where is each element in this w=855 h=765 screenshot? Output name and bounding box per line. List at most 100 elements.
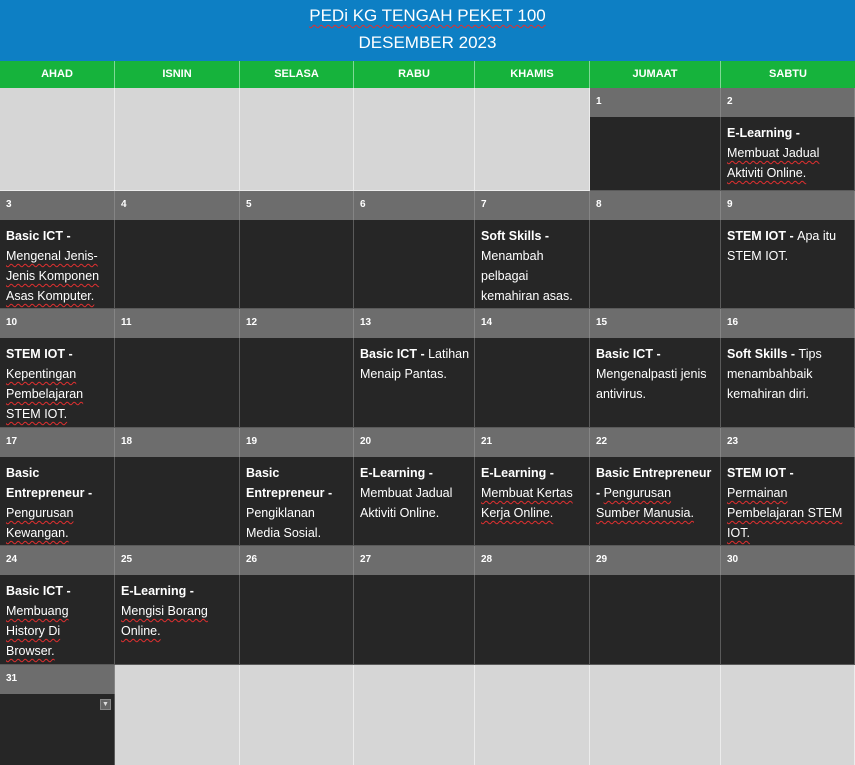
day-cell-17[interactable]: Basic Entrepreneur - Pengurusan Kewangan… <box>0 457 115 546</box>
day-cell-22[interactable]: Basic Entrepreneur - Pengurusan Sumber M… <box>590 457 721 546</box>
day-cell-25[interactable]: E-Learning - Mengisi Borang Online. <box>115 575 240 665</box>
day-cell-empty <box>240 117 354 191</box>
calendar-event[interactable]: Basic Entrepreneur - Pengurusan Sumber M… <box>596 463 716 523</box>
day-band-23[interactable]: 23 <box>721 428 855 457</box>
day-band-16[interactable]: 16 <box>721 309 855 338</box>
day-cell-21[interactable]: E-Learning - Membuat Kertas Kerja Online… <box>475 457 590 546</box>
calendar-event[interactable]: Basic ICT - Latihan Menaip Pantas. <box>360 344 470 384</box>
day-cell-26[interactable] <box>240 575 354 665</box>
event-category: Basic Entrepreneur <box>596 466 712 480</box>
day-band-22[interactable]: 22 <box>590 428 721 457</box>
day-cell-5[interactable] <box>240 220 354 309</box>
day-band-7[interactable]: 7 <box>475 191 590 220</box>
day-number: 31 <box>6 673 18 684</box>
day-band-30[interactable]: 30 <box>721 546 855 575</box>
day-cell-1[interactable] <box>590 117 721 191</box>
day-number: 20 <box>360 436 372 447</box>
day-cell-13[interactable]: Basic ICT - Latihan Menaip Pantas. <box>354 338 475 428</box>
calendar-event[interactable]: E-Learning - Mengisi Borang Online. <box>121 581 235 641</box>
event-category: STEM IOT <box>727 229 787 243</box>
day-cell-20[interactable]: E-Learning - Membuat Jadual Aktiviti Onl… <box>354 457 475 546</box>
calendar-event[interactable]: Basic ICT - Mengenalpasti jenis antiviru… <box>596 344 716 404</box>
day-cell-19[interactable]: Basic Entrepreneur - Pengiklanan Media S… <box>240 457 354 546</box>
day-band-21[interactable]: 21 <box>475 428 590 457</box>
day-cell-11[interactable] <box>115 338 240 428</box>
day-cell-15[interactable]: Basic ICT - Mengenalpasti jenis antiviru… <box>590 338 721 428</box>
day-number: 21 <box>481 436 493 447</box>
day-cell-29[interactable] <box>590 575 721 665</box>
day-cell-3[interactable]: Basic ICT - Mengenal Jenis-Jenis Kompone… <box>0 220 115 309</box>
day-number: 8 <box>596 199 602 210</box>
day-number: 6 <box>360 199 366 210</box>
calendar-event[interactable]: Basic ICT - Mengenal Jenis-Jenis Kompone… <box>6 226 110 306</box>
event-description: Membuat Jadual Aktiviti Online. <box>727 146 820 180</box>
day-band-4[interactable]: 4 <box>115 191 240 220</box>
day-band-13[interactable]: 13 <box>354 309 475 338</box>
calendar-event[interactable]: Soft Skills - Menambah pelbagai kemahira… <box>481 226 585 306</box>
day-cell-9[interactable]: STEM IOT - Apa itu STEM IOT. <box>721 220 855 309</box>
day-band-28[interactable]: 28 <box>475 546 590 575</box>
day-band-1[interactable]: 1 <box>590 88 721 117</box>
day-cell-empty <box>115 694 240 765</box>
calendar-event[interactable]: STEM IOT - Kepentingan Pembelajaran STEM… <box>6 344 110 424</box>
day-band-19[interactable]: 19 <box>240 428 354 457</box>
day-cell-27[interactable] <box>354 575 475 665</box>
day-cell-28[interactable] <box>475 575 590 665</box>
day-band-3[interactable]: 3 <box>0 191 115 220</box>
day-band-6[interactable]: 6 <box>354 191 475 220</box>
day-cell-4[interactable] <box>115 220 240 309</box>
day-band-11[interactable]: 11 <box>115 309 240 338</box>
day-cell-8[interactable] <box>590 220 721 309</box>
event-description: Pengurusan Kewangan. <box>6 506 74 540</box>
calendar-event[interactable]: STEM IOT - Permainan Pembelajaran STEM I… <box>727 463 850 543</box>
chevron-down-icon[interactable]: ▼ <box>100 699 111 710</box>
calendar-event[interactable]: Basic Entrepreneur - Pengiklanan Media S… <box>246 463 349 543</box>
calendar-event[interactable]: E-Learning - Membuat Kertas Kerja Online… <box>481 463 585 523</box>
day-band-14[interactable]: 14 <box>475 309 590 338</box>
day-cell-12[interactable] <box>240 338 354 428</box>
calendar-event[interactable]: Basic Entrepreneur - Pengurusan Kewangan… <box>6 463 110 543</box>
day-band-9[interactable]: 9 <box>721 191 855 220</box>
day-cell-18[interactable] <box>115 457 240 546</box>
day-cell-23[interactable]: STEM IOT - Permainan Pembelajaran STEM I… <box>721 457 855 546</box>
day-cell-10[interactable]: STEM IOT - Kepentingan Pembelajaran STEM… <box>0 338 115 428</box>
event-description: Permainan Pembelajaran STEM IOT. <box>727 486 843 540</box>
day-cell-empty <box>240 694 354 765</box>
event-description: Kepentingan Pembelajaran STEM IOT. <box>6 367 84 421</box>
day-band-26[interactable]: 26 <box>240 546 354 575</box>
calendar-event[interactable]: STEM IOT - Apa itu STEM IOT. <box>727 226 850 266</box>
day-cell-31[interactable] <box>0 694 115 765</box>
day-cell-empty <box>590 694 721 765</box>
day-band-18[interactable]: 18 <box>115 428 240 457</box>
calendar-event[interactable]: E-Learning - Membuat Jadual Aktiviti Onl… <box>727 123 850 183</box>
day-band-2[interactable]: 2 <box>721 88 855 117</box>
day-band-25[interactable]: 25 <box>115 546 240 575</box>
day-cell-16[interactable]: Soft Skills - Tips menambahbaik kemahira… <box>721 338 855 428</box>
day-cell-24[interactable]: Basic ICT - Membuang History Di Browser. <box>0 575 115 665</box>
day-band-20[interactable]: 20 <box>354 428 475 457</box>
day-band-12[interactable]: 12 <box>240 309 354 338</box>
day-cell-30[interactable] <box>721 575 855 665</box>
day-band-29[interactable]: 29 <box>590 546 721 575</box>
day-band-27[interactable]: 27 <box>354 546 475 575</box>
day-band-24[interactable]: 24 <box>0 546 115 575</box>
day-band-17[interactable]: 17 <box>0 428 115 457</box>
day-number: 27 <box>360 554 372 565</box>
calendar-title: PEDi KG TENGAH PEKET 100 <box>309 6 546 25</box>
calendar-event[interactable]: Soft Skills - Tips menambahbaik kemahira… <box>727 344 850 404</box>
event-description: Mengisi Borang Online. <box>121 604 208 638</box>
day-cell-2[interactable]: E-Learning - Membuat Jadual Aktiviti Onl… <box>721 117 855 191</box>
day-band-10[interactable]: 10 <box>0 309 115 338</box>
day-band-31[interactable]: 31 <box>0 665 115 694</box>
day-cell-7[interactable]: Soft Skills - Menambah pelbagai kemahira… <box>475 220 590 309</box>
day-band-empty <box>240 665 354 694</box>
day-band-15[interactable]: 15 <box>590 309 721 338</box>
day-band-8[interactable]: 8 <box>590 191 721 220</box>
day-band-5[interactable]: 5 <box>240 191 354 220</box>
calendar-event[interactable]: Basic ICT - Membuang History Di Browser. <box>6 581 110 661</box>
calendar-event[interactable]: E-Learning - Membuat Jadual Aktiviti Onl… <box>360 463 470 523</box>
day-band-empty <box>475 88 590 117</box>
weekday-sabtu: SABTU <box>721 61 855 88</box>
day-cell-14[interactable] <box>475 338 590 428</box>
day-cell-6[interactable] <box>354 220 475 309</box>
